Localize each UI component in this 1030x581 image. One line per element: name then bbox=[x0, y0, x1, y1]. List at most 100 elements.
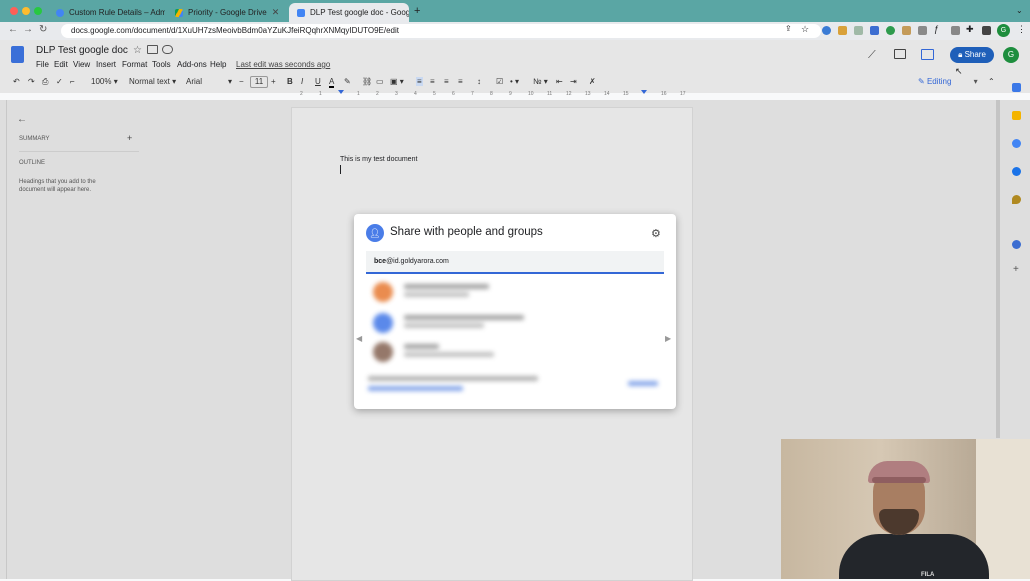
print-icon[interactable]: ⎙ bbox=[42, 77, 48, 87]
zoom-select[interactable]: 100% ▾ bbox=[91, 77, 118, 86]
editing-mode-select[interactable]: ✎ Editing ▾ bbox=[918, 77, 978, 86]
settings-gear-icon[interactable]: ⚙ bbox=[651, 227, 661, 240]
document-title[interactable]: DLP Test google doc bbox=[36, 45, 128, 56]
extension-icon[interactable] bbox=[902, 26, 911, 35]
paint-format-icon[interactable]: ⌐ bbox=[70, 77, 75, 86]
contacts-icon[interactable] bbox=[1012, 167, 1021, 176]
last-edit-link[interactable]: Last edit was seconds ago bbox=[236, 60, 330, 69]
extension-icon[interactable] bbox=[918, 26, 927, 35]
text-color-button[interactable]: A bbox=[329, 77, 335, 88]
suggestions-list-blurred[interactable] bbox=[356, 276, 674, 408]
bulleted-list-icon[interactable]: • ▾ bbox=[510, 77, 519, 86]
align-right-icon[interactable]: ≡ bbox=[444, 77, 449, 86]
tab-search-icon[interactable]: ⌄ bbox=[1016, 6, 1023, 15]
menu-help[interactable]: Help bbox=[210, 60, 226, 69]
scrollbar[interactable] bbox=[996, 100, 1000, 438]
menu-tools[interactable]: Tools bbox=[152, 60, 171, 69]
font-dropdown-icon[interactable]: ▾ bbox=[228, 77, 232, 86]
minimize-window-button[interactable] bbox=[22, 7, 30, 15]
extension-icon[interactable] bbox=[886, 26, 895, 35]
tab-title: Custom Rule Details – Admin C bbox=[69, 8, 165, 17]
document-body-text[interactable]: This is my test document bbox=[340, 156, 417, 163]
clear-formatting-icon[interactable]: ✗ bbox=[589, 77, 596, 86]
maps-icon[interactable] bbox=[1012, 195, 1021, 204]
extension-icon[interactable] bbox=[870, 26, 879, 35]
bold-button[interactable]: B bbox=[287, 77, 293, 86]
scroll-left-icon[interactable]: ◀ bbox=[356, 334, 362, 343]
menu-format[interactable]: Format bbox=[122, 60, 147, 69]
italic-button[interactable]: I bbox=[301, 77, 303, 86]
align-left-icon[interactable]: ≡ bbox=[416, 77, 423, 86]
insert-link-icon[interactable]: ⛓ bbox=[362, 77, 372, 86]
menu-view[interactable]: View bbox=[73, 60, 90, 69]
scroll-right-icon[interactable]: ▶ bbox=[665, 334, 671, 343]
font-size-input[interactable]: 11 bbox=[250, 76, 268, 88]
extension-icon[interactable] bbox=[951, 26, 960, 35]
checklist-icon[interactable]: ☑ bbox=[496, 77, 503, 86]
new-tab-button[interactable]: + bbox=[414, 5, 420, 17]
right-indent-marker-icon[interactable] bbox=[641, 90, 647, 94]
reload-button[interactable]: ↻ bbox=[39, 24, 47, 35]
font-select[interactable]: Arial bbox=[186, 77, 202, 86]
activity-trend-icon[interactable]: ⟋ bbox=[868, 49, 876, 62]
comments-icon[interactable] bbox=[894, 49, 906, 59]
present-meet-icon[interactable] bbox=[921, 49, 934, 60]
style-select[interactable]: Normal text ▾ bbox=[129, 77, 176, 86]
insert-image-icon[interactable]: ▣ ▾ bbox=[390, 77, 404, 86]
decrease-indent-icon[interactable]: ⇤ bbox=[556, 77, 563, 86]
star-icon[interactable]: ☆ bbox=[133, 45, 142, 56]
menu-file[interactable]: File bbox=[36, 60, 49, 69]
browser-menu-icon[interactable]: ⋮ bbox=[1017, 24, 1026, 35]
align-center-icon[interactable]: ≡ bbox=[430, 77, 435, 86]
account-avatar[interactable]: G bbox=[1003, 47, 1019, 63]
back-button[interactable]: ← bbox=[8, 24, 18, 35]
extension-icon[interactable] bbox=[838, 26, 847, 35]
close-outline-arrow-icon[interactable]: ← bbox=[17, 114, 27, 125]
menu-insert[interactable]: Insert bbox=[96, 60, 116, 69]
extensions-puzzle-icon[interactable]: ✚ bbox=[966, 24, 975, 34]
addon-icon[interactable] bbox=[1012, 240, 1021, 249]
undo-icon[interactable]: ↶ bbox=[13, 77, 20, 86]
increase-font-button[interactable]: + bbox=[271, 77, 276, 86]
underline-button[interactable]: U bbox=[315, 77, 321, 86]
horizontal-ruler[interactable]: 2 1 1 2 3 4 5 6 7 8 9 10 11 12 13 14 15 … bbox=[291, 90, 691, 99]
docs-logo-icon[interactable] bbox=[11, 46, 24, 63]
forward-button[interactable]: → bbox=[23, 24, 33, 35]
redo-icon[interactable]: ↷ bbox=[28, 77, 35, 86]
close-tab-icon[interactable]: ✕ bbox=[272, 7, 280, 18]
add-summary-button[interactable]: + bbox=[127, 133, 132, 143]
numbered-list-icon[interactable]: № ▾ bbox=[533, 77, 548, 86]
line-spacing-icon[interactable]: ↕ bbox=[477, 77, 481, 86]
get-addons-icon[interactable]: + bbox=[1013, 264, 1019, 275]
extension-icon[interactable] bbox=[854, 26, 863, 35]
browser-tab-docs[interactable]: DLP Test google doc - Google ✕ bbox=[289, 3, 409, 22]
browser-tab-admin[interactable]: Custom Rule Details – Admin C ✕ bbox=[48, 3, 165, 22]
close-window-button[interactable] bbox=[10, 7, 18, 15]
browser-profile-avatar[interactable]: G bbox=[997, 24, 1010, 37]
maximize-window-button[interactable] bbox=[34, 7, 42, 15]
spellcheck-icon[interactable]: ✓ bbox=[56, 77, 63, 86]
formula-extension-icon[interactable]: ƒ bbox=[934, 24, 943, 34]
tasks-icon[interactable] bbox=[1012, 139, 1021, 148]
menu-addons[interactable]: Add-ons bbox=[177, 60, 207, 69]
keep-icon[interactable] bbox=[1012, 111, 1021, 120]
share-page-icon[interactable]: ⇪ bbox=[785, 24, 794, 33]
move-folder-icon[interactable] bbox=[147, 45, 158, 54]
url-input[interactable]: docs.google.com/document/d/1XuUH7zsMeoiv… bbox=[61, 24, 821, 38]
increase-indent-icon[interactable]: ⇥ bbox=[570, 77, 577, 86]
side-panel-icon[interactable] bbox=[982, 26, 991, 35]
add-people-input[interactable]: bce@id.goldyarora.com bbox=[366, 251, 664, 274]
browser-tab-drive[interactable]: Priority - Google Drive ✕ bbox=[167, 3, 287, 22]
calendar-icon[interactable] bbox=[1012, 83, 1021, 92]
bookmark-star-icon[interactable]: ☆ bbox=[801, 24, 810, 34]
highlight-icon[interactable]: ✎ bbox=[344, 77, 351, 86]
extension-icon[interactable] bbox=[822, 26, 831, 35]
decrease-font-button[interactable]: − bbox=[239, 77, 244, 86]
share-button[interactable]: 🔒︎ Share bbox=[950, 47, 994, 63]
menu-edit[interactable]: Edit bbox=[54, 60, 68, 69]
suggestion-link bbox=[368, 386, 463, 391]
align-justify-icon[interactable]: ≡ bbox=[458, 77, 463, 86]
hide-menus-icon[interactable]: ⌃ bbox=[988, 77, 995, 86]
add-comment-icon[interactable]: ▭ bbox=[376, 77, 384, 86]
indent-marker-icon[interactable] bbox=[338, 90, 344, 94]
